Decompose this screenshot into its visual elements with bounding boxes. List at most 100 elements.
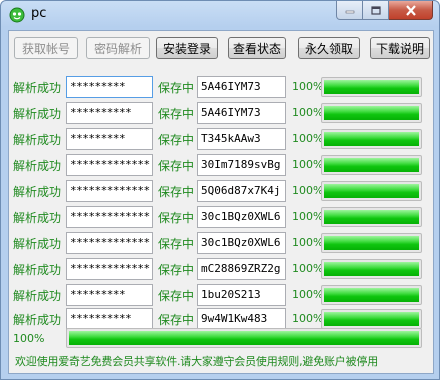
password-field[interactable]: ************* (66, 206, 153, 228)
maximize-button[interactable] (363, 1, 389, 20)
save-status: 保存中 (158, 237, 195, 251)
install-login-button[interactable]: 安装登录 (156, 37, 218, 59)
code-field[interactable]: 30c1BQz0XWL6 (197, 206, 286, 228)
code-field[interactable]: 5A46IYM73 (197, 102, 286, 124)
password-field[interactable]: ********** (66, 102, 153, 124)
save-status: 保存中 (158, 81, 195, 95)
parse-status: 解析成功 (13, 237, 62, 251)
row-percent: 100% (292, 106, 324, 119)
password-field[interactable]: ************* (66, 258, 153, 280)
save-status: 保存中 (158, 185, 195, 199)
password-field[interactable]: ********** (66, 308, 153, 330)
row-progress-fill (324, 158, 419, 172)
password-parse-button[interactable]: 密码解析 (86, 37, 150, 59)
save-status: 保存中 (158, 263, 195, 277)
save-status: 保存中 (158, 313, 195, 327)
account-row: 解析成功 ********** 保存中 5A46IYM73 100% (9, 102, 433, 124)
code-field[interactable]: 9w4W1Kw483 (197, 308, 286, 330)
row-progress-fill (324, 312, 419, 326)
row-percent: 100% (292, 158, 324, 171)
total-progress-bar (66, 328, 422, 348)
code-field[interactable]: T345kAAw3 (197, 128, 286, 150)
row-progress-bar (321, 155, 422, 175)
main-panel: 获取帐号 密码解析 安装登录 查看状态 永久领取 下载说明 解析成功 ******… (8, 30, 434, 374)
parse-status: 解析成功 (13, 107, 62, 121)
close-icon (405, 4, 416, 16)
download-guide-button[interactable]: 下载说明 (370, 37, 430, 59)
notice-text: 欢迎使用爱奇艺免费会员共享软件.请大家遵守会员使用规则,避免账户被停用 (15, 355, 378, 368)
account-row: 解析成功 ************* 保存中 30Im7189svBg 100% (9, 154, 433, 176)
parse-status: 解析成功 (13, 81, 62, 95)
app-window: pc 获取帐号 密码解析 安装登录 查看状态 永久领取 下载说明 解析成功 ***… (0, 0, 440, 380)
minimize-icon (345, 10, 354, 14)
row-progress-bar (321, 233, 422, 253)
parse-status: 解析成功 (13, 211, 62, 225)
title-bar[interactable]: pc (1, 1, 439, 29)
row-percent: 100% (292, 262, 324, 275)
account-row: 解析成功 ********* 保存中 1bu20S213 100% (9, 284, 433, 306)
account-row: 解析成功 ************* 保存中 5Q06d87x7K4j 100% (9, 180, 433, 202)
row-progress-fill (324, 210, 419, 224)
row-progress-fill (324, 262, 419, 276)
password-field[interactable]: ************* (66, 180, 153, 202)
permanent-claim-button[interactable]: 永久领取 (298, 37, 360, 59)
code-field[interactable]: mC28869ZRZ2g (197, 258, 286, 280)
parse-status: 解析成功 (13, 159, 62, 173)
row-percent: 100% (292, 184, 324, 197)
code-field[interactable]: 5Q06d87x7K4j (197, 180, 286, 202)
app-icon (9, 7, 25, 23)
row-progress-bar (321, 259, 422, 279)
save-status: 保存中 (158, 289, 195, 303)
row-progress-fill (324, 288, 419, 302)
save-status: 保存中 (158, 159, 195, 173)
parse-status: 解析成功 (13, 133, 62, 147)
total-percent: 100% (13, 332, 45, 345)
account-row: 解析成功 ********* 保存中 5A46IYM73 100% (9, 76, 433, 98)
minimize-button[interactable] (336, 1, 363, 20)
row-progress-bar (321, 285, 422, 305)
row-progress-bar (321, 207, 422, 227)
parse-status: 解析成功 (13, 185, 62, 199)
row-progress-bar (321, 309, 422, 329)
row-progress-fill (324, 132, 419, 146)
row-percent: 100% (292, 210, 324, 223)
close-button[interactable] (389, 1, 433, 20)
password-field[interactable]: ********* (66, 128, 153, 150)
row-progress-bar (321, 129, 422, 149)
row-progress-fill (324, 236, 419, 250)
row-percent: 100% (292, 312, 324, 325)
account-row: 解析成功 ************* 保存中 30c1BQz0XWL6 100% (9, 232, 433, 254)
account-row: 解析成功 ************* 保存中 mC28869ZRZ2g 100% (9, 258, 433, 280)
row-progress-fill (324, 106, 419, 120)
row-progress-bar (321, 103, 422, 123)
total-progress-fill (69, 331, 419, 345)
parse-status: 解析成功 (13, 263, 62, 277)
row-percent: 100% (292, 80, 324, 93)
password-field[interactable]: ********* (66, 284, 153, 306)
check-status-button[interactable]: 查看状态 (228, 37, 286, 59)
account-row: 解析成功 ************* 保存中 30c1BQz0XWL6 100% (9, 206, 433, 228)
row-progress-fill (324, 184, 419, 198)
row-percent: 100% (292, 132, 324, 145)
get-account-button[interactable]: 获取帐号 (14, 37, 78, 59)
code-field[interactable]: 5A46IYM73 (197, 76, 286, 98)
password-field[interactable]: ************* (66, 232, 153, 254)
account-row: 解析成功 ********* 保存中 T345kAAw3 100% (9, 128, 433, 150)
parse-status: 解析成功 (13, 289, 62, 303)
account-row: 解析成功 ********** 保存中 9w4W1Kw483 100% (9, 308, 433, 330)
code-field[interactable]: 30c1BQz0XWL6 (197, 232, 286, 254)
row-percent: 100% (292, 288, 324, 301)
save-status: 保存中 (158, 133, 195, 147)
maximize-icon (370, 5, 381, 15)
password-field[interactable]: ********* (66, 76, 153, 98)
parse-status: 解析成功 (13, 313, 62, 327)
code-field[interactable]: 1bu20S213 (197, 284, 286, 306)
password-field[interactable]: ************* (66, 154, 153, 176)
save-status: 保存中 (158, 211, 195, 225)
window-title: pc (31, 6, 47, 21)
row-progress-bar (321, 181, 422, 201)
row-progress-fill (324, 80, 419, 94)
save-status: 保存中 (158, 107, 195, 121)
row-progress-bar (321, 77, 422, 97)
code-field[interactable]: 30Im7189svBg (197, 154, 286, 176)
